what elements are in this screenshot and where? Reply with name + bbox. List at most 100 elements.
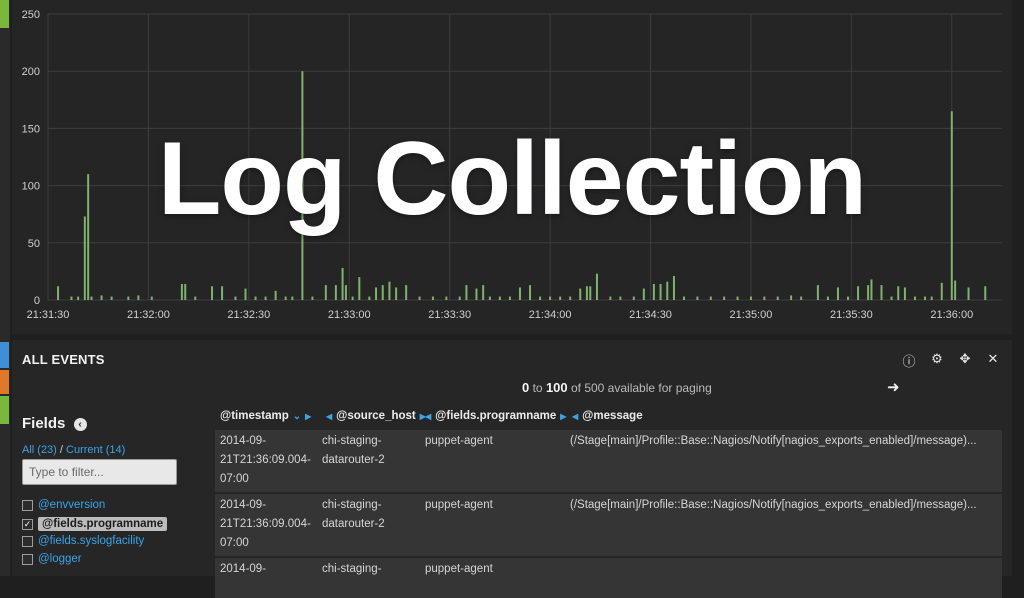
cell-source-host: chi-staging-datarouter-2 [322,435,385,466]
paging-suffix: of 500 available for paging [570,381,712,395]
field-checkbox[interactable] [22,499,33,511]
cell-message: (/Stage[main]/Profile::Base::Nagios/Noti… [570,499,977,511]
cell-timestamp: 2014-09- [220,563,267,575]
column-header[interactable]: @timestamp ⌄ ▶ [220,410,311,422]
histogram-bar [508,296,511,300]
field-label[interactable]: @fields.syslogfacility [38,535,144,547]
y-tick-label: 250 [22,9,40,21]
x-tick-label: 21:32:00 [127,309,170,321]
histogram-bar [870,279,873,300]
column-header-label[interactable]: @message [582,410,642,422]
histogram-bar [619,296,622,300]
column-header[interactable]: ◀ @message [572,410,643,422]
rail-tab-blue[interactable] [0,342,9,368]
histogram-bar [539,296,542,300]
rail-tab-green-2[interactable] [0,396,9,424]
sort-chevron-icon[interactable]: ⌄ [293,411,301,422]
histogram-bar [642,288,645,300]
histogram-bar [589,286,592,300]
histogram-bar [381,285,384,300]
histogram-bar [984,286,987,300]
histogram-bar [847,296,850,300]
column-header[interactable]: ◀ @source_host ▶ [326,410,426,422]
histogram-bar [127,296,130,300]
info-icon[interactable]: ⓘ [902,351,916,370]
move-icon[interactable]: ✥ [958,351,972,370]
panel-icons: ⓘ ⚙ ✥ ✕ [902,351,1000,370]
histogram-bar [194,296,197,300]
histogram-panel: 0 50 100 150 200 250 21:31:30 21:32:00 21:32:30 2… [12,0,1012,334]
field-label[interactable]: @fields.programname [38,517,168,531]
cell-source-host: chi-staging-datarouter-2 [322,499,385,530]
histogram-bar [368,296,371,300]
histogram-bar [395,287,398,300]
histogram-bar [311,296,314,300]
histogram-bar [652,283,655,300]
move-left-icon[interactable]: ◀ [425,412,431,421]
histogram-bar [234,296,237,300]
histogram-bar [666,281,669,300]
column-header-label[interactable]: @fields.programname [435,410,556,422]
x-tick-label: 21:31:30 [27,309,70,321]
move-right-icon[interactable]: ▶ [560,412,566,421]
field-item[interactable]: ✓ @fields.programname [22,517,168,531]
histogram-bar [940,282,943,300]
paging-info: 0 to 100 of 500 available for paging [522,380,712,395]
histogram-bar [595,273,598,300]
histogram-bar [763,296,766,300]
histogram-bar [696,296,699,300]
fields-current-link[interactable]: Current (14) [66,444,125,456]
histogram-bar [418,296,421,300]
histogram-bar [244,288,247,300]
histogram-bar [334,285,337,300]
column-header-label[interactable]: @timestamp [220,410,289,422]
histogram-bar [358,277,361,300]
fields-title: Fields ‹ [22,415,87,432]
histogram-bar [264,296,267,300]
histogram-bar [150,296,153,300]
field-filter-input[interactable] [22,459,177,485]
histogram-bar [549,296,552,300]
histogram-bar [274,290,277,300]
column-header[interactable]: ◀ @fields.programname ▶ [425,410,566,422]
field-item[interactable]: @fields.syslogfacility [22,535,144,547]
histogram-bar [87,174,90,300]
collapse-arrow-icon[interactable]: ‹ [73,418,87,431]
histogram-bar [445,296,448,300]
histogram-bar [291,296,294,300]
histogram-bar [924,296,927,300]
field-item[interactable]: @logger [22,553,82,565]
close-icon[interactable]: ✕ [986,351,1000,370]
histogram-bar [585,286,588,300]
x-tick-label: 21:32:30 [227,309,270,321]
field-label[interactable]: @envversion [38,499,105,511]
next-page-arrow-icon[interactable]: ➜ [887,378,900,396]
field-checkbox[interactable] [22,553,33,565]
histogram-bar [57,286,60,300]
move-left-icon[interactable]: ◀ [326,412,332,421]
field-label[interactable]: @logger [38,553,82,565]
field-checkbox[interactable] [22,535,33,547]
histogram-bar [890,296,893,300]
histogram-bar [683,296,685,300]
histogram-bar [90,296,93,300]
histogram-bar [880,285,883,300]
rail-tab-green[interactable] [0,0,9,28]
histogram-bar [790,295,793,300]
move-right-icon[interactable]: ▶ [305,412,311,421]
histogram-bar [488,296,491,300]
histogram-bar [826,296,829,300]
field-item[interactable]: @envversion [22,499,105,511]
histogram-bar [344,285,347,300]
rail-tab-orange[interactable] [0,370,9,394]
histogram-bar [254,296,257,300]
fields-all-link[interactable]: All (23) [22,444,57,456]
histogram-bar [857,286,860,300]
field-checkbox[interactable]: ✓ [22,518,33,530]
move-left-icon[interactable]: ◀ [572,412,578,421]
histogram-bar [723,296,726,300]
column-header-label[interactable]: @source_host [336,410,416,422]
x-tick-label: 21:33:00 [328,309,371,321]
histogram-bar [301,71,304,300]
gear-icon[interactable]: ⚙ [930,351,944,370]
